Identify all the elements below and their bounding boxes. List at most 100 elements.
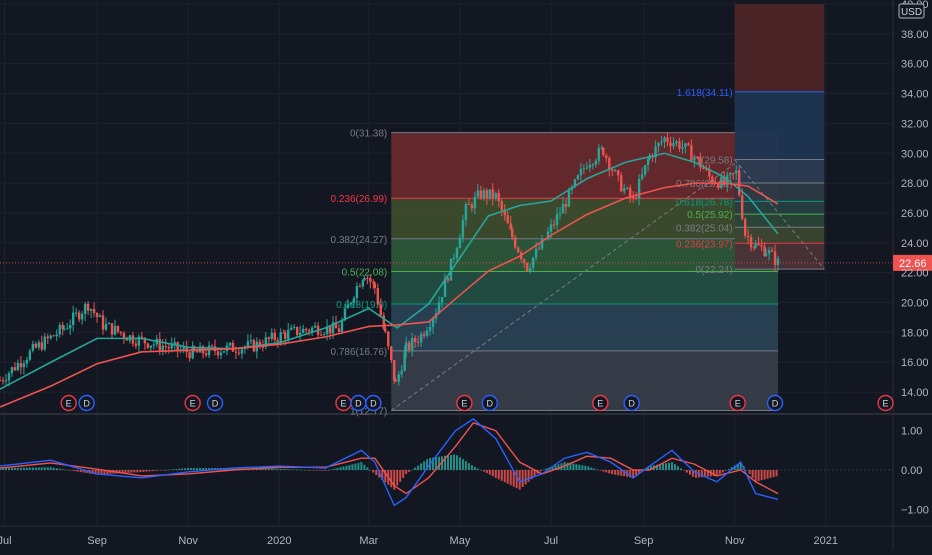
candle-body — [458, 237, 462, 249]
candle-body — [660, 141, 663, 143]
histogram-bar — [13, 467, 16, 470]
event-marker-label: E — [597, 399, 603, 409]
histogram-bar — [294, 469, 297, 471]
candle-body — [525, 262, 529, 272]
histogram-bar — [497, 470, 500, 480]
price-tick-label: 38.00 — [901, 29, 929, 41]
candle-body — [555, 214, 559, 225]
histogram-bar — [754, 470, 757, 482]
candle-body — [591, 164, 595, 166]
candle-body — [204, 353, 208, 356]
candle-body — [319, 334, 323, 336]
histogram-bar — [124, 470, 127, 473]
candle-body — [687, 143, 690, 146]
histogram-bar — [405, 470, 408, 474]
histogram-bar — [620, 470, 623, 476]
histogram-bar — [751, 470, 754, 478]
histogram-bar — [31, 467, 34, 470]
histogram-bar — [145, 470, 148, 472]
histogram-bar — [309, 470, 312, 471]
candle-body — [404, 342, 408, 352]
histogram-bar — [7, 467, 10, 470]
histogram-bar — [58, 468, 61, 470]
candle-body — [40, 342, 44, 350]
candle-body — [531, 257, 535, 268]
candle-body — [276, 340, 279, 342]
histogram-bar — [28, 467, 31, 470]
histogram-bar — [345, 465, 348, 470]
candle-body — [37, 342, 41, 348]
histogram-bar — [49, 467, 52, 470]
histogram-bar — [151, 470, 154, 472]
candle-body — [516, 247, 520, 253]
candle-body — [113, 325, 117, 335]
histogram-bar — [76, 470, 79, 472]
candle-body — [116, 325, 120, 332]
time-tick-label: Mar — [359, 535, 378, 547]
candle-body — [161, 345, 164, 351]
event-marker-label: E — [735, 399, 741, 409]
time-tick-label: May — [450, 535, 471, 547]
stock-chart[interactable]: 0(31.38)0.236(26.99)0.382(24.27)0.5(22.0… — [0, 0, 932, 550]
histogram-bar — [318, 470, 321, 471]
histogram-bar — [154, 470, 157, 471]
fib-level-label: 0(31.38) — [350, 129, 387, 140]
candle-body — [301, 328, 305, 333]
candle-body — [152, 344, 156, 346]
time-tick-label: 2020 — [267, 535, 291, 547]
histogram-bar — [34, 467, 37, 470]
fib-zone — [391, 271, 779, 305]
price-tick-label: 32.00 — [901, 118, 929, 130]
candle-body — [295, 326, 299, 335]
histogram-bar — [372, 470, 375, 473]
candle-body — [628, 187, 632, 198]
candle-body — [119, 331, 123, 334]
histogram-bar — [587, 466, 590, 470]
candle-body — [304, 328, 308, 331]
candle-body — [488, 189, 492, 199]
candle-body — [80, 313, 84, 320]
histogram-bar — [175, 469, 178, 470]
histogram-bar — [524, 470, 527, 485]
oscillator-tick-label: 0.00 — [901, 465, 922, 477]
candle-body — [666, 137, 669, 143]
candle-body — [491, 189, 494, 199]
candle-body — [366, 277, 369, 279]
candle-body — [31, 343, 35, 351]
chart-root: 0(31.38) 0.236(26.99) 0.382(24.27) 0.5(22.0… — [0, 0, 932, 550]
histogram-bar — [19, 467, 22, 470]
candle-body — [617, 170, 620, 176]
candle-body — [746, 235, 750, 238]
histogram-bar — [127, 470, 130, 473]
candle-body — [373, 283, 377, 289]
histogram-bar — [369, 470, 372, 471]
candle-body — [352, 298, 356, 303]
histogram-bar — [130, 470, 133, 473]
candle-body — [740, 195, 744, 219]
candle-body — [307, 330, 311, 332]
candle-body — [413, 337, 417, 342]
histogram-bar — [330, 469, 333, 470]
candle-body — [249, 340, 253, 342]
candle-body — [646, 159, 650, 166]
histogram-bar — [285, 469, 288, 470]
time-tick-label: 2021 — [814, 535, 838, 547]
histogram-bar — [324, 470, 327, 471]
candle-body — [237, 352, 241, 354]
candle-body — [58, 324, 61, 335]
candle-body — [110, 323, 114, 335]
candle-body — [328, 326, 332, 334]
fib-extension-zone — [734, 214, 825, 228]
candle-body — [387, 331, 390, 347]
histogram-bar — [488, 470, 491, 475]
histogram-bar — [727, 469, 730, 470]
candle-body — [464, 203, 468, 221]
histogram-bar — [181, 468, 184, 470]
candle-body — [467, 203, 471, 205]
histogram-bar — [479, 470, 482, 471]
candle-body — [349, 302, 353, 305]
histogram-bar — [608, 470, 611, 474]
candle-body — [485, 190, 489, 199]
candle-body — [672, 143, 675, 147]
fib-level-label: 0.382(24.27) — [331, 235, 388, 246]
